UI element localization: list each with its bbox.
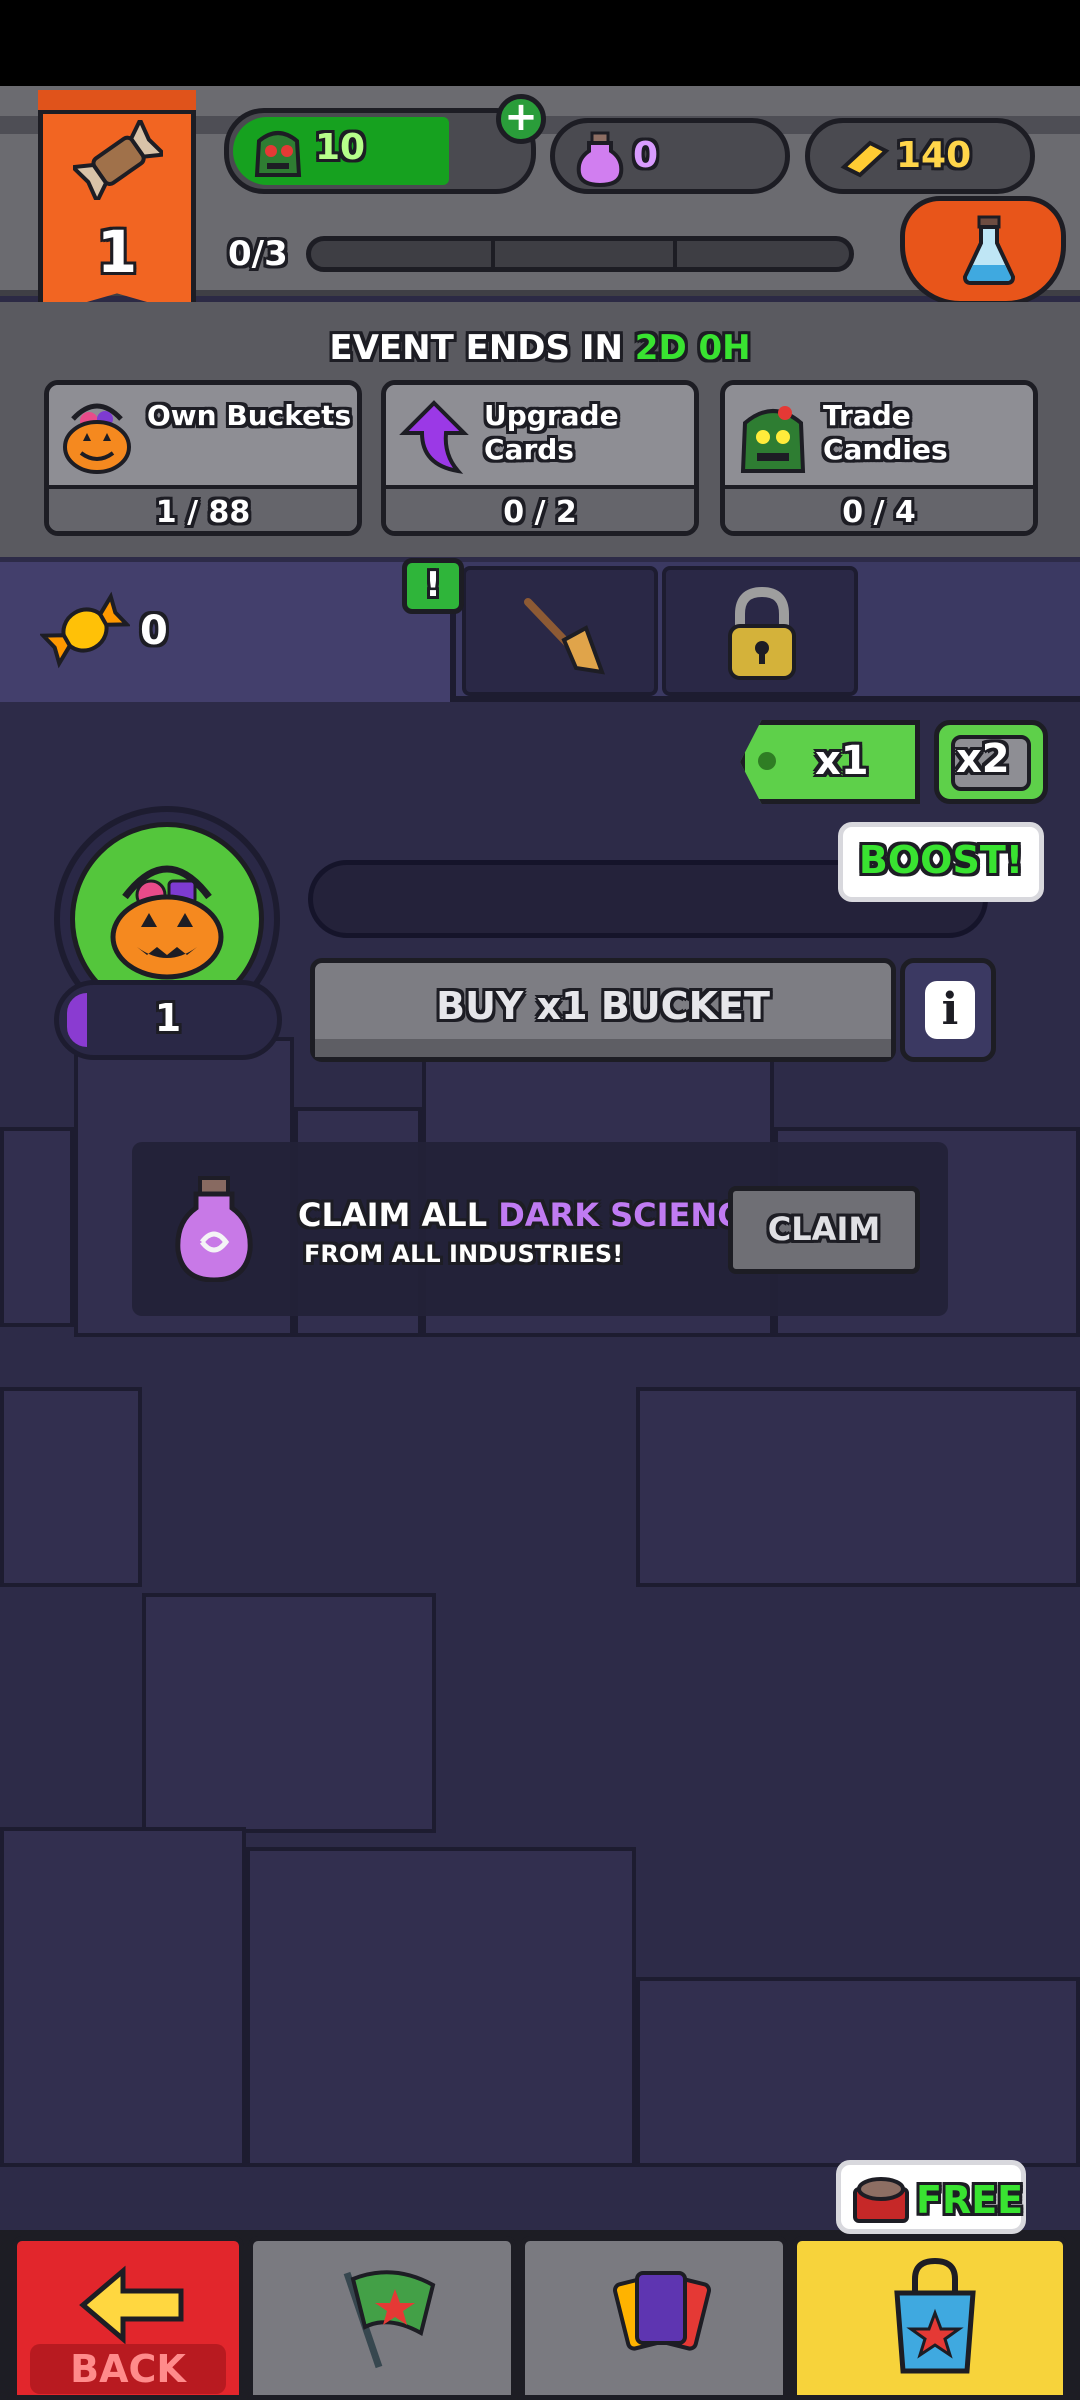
cards-icon bbox=[613, 2271, 711, 2351]
info-button[interactable]: i bbox=[900, 958, 996, 1062]
broom-icon bbox=[524, 598, 606, 675]
level-number: 1 bbox=[96, 218, 138, 286]
tag-hole bbox=[758, 752, 776, 770]
quest-label: Own Buckets bbox=[147, 399, 352, 432]
quest-count: 1 / 88 bbox=[155, 495, 251, 530]
zombie-head-icon bbox=[254, 131, 302, 177]
progress-label: 0/3 bbox=[228, 234, 288, 274]
nav-shop-button[interactable] bbox=[792, 2236, 1068, 2400]
padlock-icon bbox=[728, 586, 796, 680]
claim-button-label: CLAIM bbox=[767, 1210, 881, 1248]
shopping-bag-icon bbox=[894, 2257, 976, 2374]
candy-icon bbox=[73, 120, 163, 200]
alert-badge[interactable]: ! bbox=[402, 558, 464, 614]
pumpkin-bucket-icon bbox=[63, 403, 131, 474]
claim-title-highlight: DARK SCIENCE bbox=[498, 1196, 763, 1234]
gold-resource-value: 140 bbox=[896, 135, 972, 176]
quest-count: 0 / 4 bbox=[842, 495, 916, 530]
quest-label: Trade Candies bbox=[823, 399, 948, 466]
purple-resource-value: 0 bbox=[633, 135, 659, 176]
nav-quests-button[interactable] bbox=[248, 2236, 516, 2400]
multiplier-x2-label: x2 bbox=[956, 736, 1010, 782]
candy-count: 0 bbox=[140, 608, 168, 654]
science-badge[interactable] bbox=[900, 196, 1066, 306]
candy-slot[interactable] bbox=[0, 562, 456, 702]
gold-resource-pill[interactable]: 140 bbox=[805, 118, 1035, 194]
green-resource-pill[interactable]: 10 bbox=[224, 108, 536, 194]
claim-title-prefix: CLAIM ALL bbox=[298, 1196, 488, 1234]
quest-card-upgrade-cards[interactable]: Upgrade Cards 0 / 2 bbox=[381, 380, 699, 536]
gold-bar-icon bbox=[840, 140, 890, 178]
boost-label: BOOST! bbox=[858, 838, 1024, 882]
flag-icon bbox=[343, 2270, 436, 2369]
quest-count: 0 / 2 bbox=[503, 495, 577, 530]
flask-icon bbox=[963, 215, 1015, 285]
locked-item-slot[interactable] bbox=[662, 566, 858, 696]
potion-icon bbox=[576, 131, 624, 187]
green-resource-value: 10 bbox=[315, 127, 366, 168]
progress-bar bbox=[306, 236, 854, 272]
bucket-level: 1 bbox=[154, 996, 182, 1040]
back-label: BACK bbox=[30, 2344, 226, 2394]
event-timer-prefix: EVENT ENDS IN bbox=[329, 328, 623, 368]
buy-bucket-label: BUY x1 BUCKET bbox=[436, 984, 770, 1028]
quest-card-own-buckets[interactable]: Own Buckets 1 / 88 bbox=[44, 380, 362, 536]
quest-card-trade-candies[interactable]: Trade Candies 0 / 4 bbox=[720, 380, 1038, 536]
potion-icon bbox=[175, 1176, 253, 1282]
status-bar bbox=[0, 0, 1080, 86]
free-label: FREE bbox=[916, 2178, 1024, 2222]
gift-crate-icon bbox=[853, 2177, 909, 2223]
nav-cards-button[interactable] bbox=[520, 2236, 788, 2400]
broom-item-slot[interactable] bbox=[462, 566, 658, 696]
add-resource-button[interactable]: + bbox=[496, 94, 546, 144]
info-icon: i bbox=[925, 981, 975, 1039]
claim-title: CLAIM ALL DARK SCIENCE bbox=[298, 1196, 763, 1234]
quest-label: Upgrade Cards bbox=[484, 399, 619, 466]
event-timer: EVENT ENDS IN 2D 0H bbox=[0, 328, 1080, 368]
multiplier-x1-label: x1 bbox=[815, 738, 869, 784]
arrow-left-icon bbox=[79, 2265, 184, 2345]
zombie-head-icon bbox=[740, 406, 806, 473]
pumpkin-bucket-icon bbox=[110, 865, 224, 980]
claim-subtitle: FROM ALL INDUSTRIES! bbox=[304, 1240, 624, 1268]
event-timer-value: 2D 0H bbox=[634, 328, 751, 368]
candy-icon bbox=[40, 591, 130, 669]
purple-resource-pill[interactable]: 0 bbox=[550, 118, 790, 194]
upgrade-arrow-icon bbox=[399, 400, 469, 474]
